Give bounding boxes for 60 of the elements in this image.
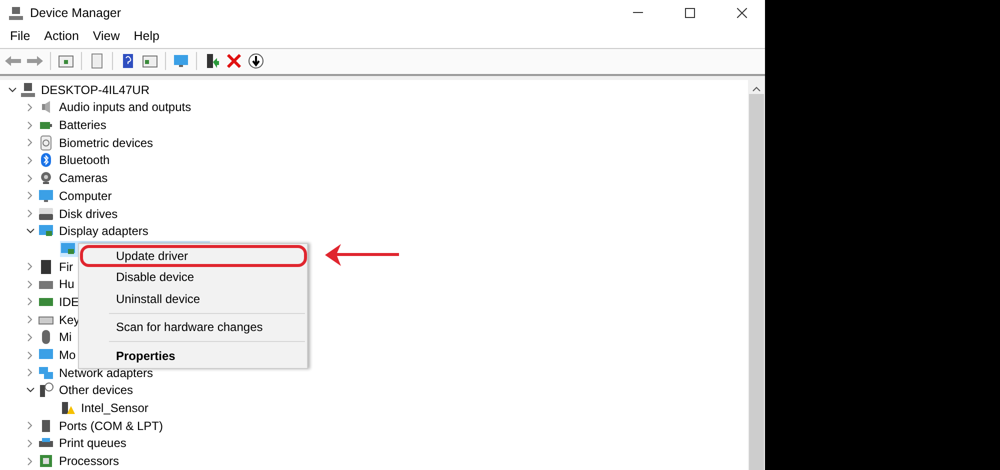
display-adapter-icon: [60, 240, 76, 257]
left-arrow-icon: [5, 55, 21, 68]
collapse-icon[interactable]: [8, 86, 16, 93]
tree-item[interactable]: Mi: [57, 330, 74, 344]
tree-item[interactable]: Biometric devices: [57, 136, 156, 150]
tree-item[interactable]: Audio inputs and outputs: [57, 100, 194, 114]
help-icon: [120, 53, 136, 70]
tree-item[interactable]: Network adapters: [57, 366, 156, 380]
tree-item[interactable]: Other devices: [57, 383, 136, 398]
processor-icon: [38, 453, 54, 470]
tree-item[interactable]: DESKTOP-4IL47UR: [39, 82, 152, 97]
menu-item[interactable]: Properties: [80, 345, 307, 366]
tree-item[interactable]: Computer: [57, 188, 114, 203]
uninstall-button[interactable]: [225, 52, 243, 70]
tree-item[interactable]: Batteries: [57, 118, 108, 132]
close-icon: [737, 8, 747, 18]
scrollbar[interactable]: [748, 80, 765, 470]
device-arrow-icon: [204, 53, 220, 70]
tree-item[interactable]: Display adapters: [57, 224, 150, 238]
tree-item[interactable]: Bluetooth: [57, 153, 112, 168]
tree-item[interactable]: Cameras: [57, 171, 110, 186]
collapse-icon[interactable]: [26, 228, 34, 234]
window-icon: [142, 53, 158, 70]
tree-item[interactable]: Ports (COM & LPT): [57, 418, 166, 433]
document-icon: [89, 53, 105, 70]
tree-item[interactable]: Hu: [57, 277, 76, 292]
bluetooth-icon: [38, 152, 54, 168]
tree-item[interactable]: Fir: [57, 260, 75, 274]
monitor-icon: [173, 53, 189, 70]
tree-item[interactable]: Mo: [57, 348, 78, 362]
right-arrow-icon: [27, 55, 43, 68]
download-button[interactable]: [247, 52, 265, 70]
menu-item[interactable]: Help: [126, 29, 166, 44]
tree-item[interactable]: Disk drives: [57, 206, 120, 221]
tree-item[interactable]: Processors: [57, 454, 122, 468]
tree-item[interactable]: Intel_Sensor: [60, 400, 210, 416]
computer-icon: [20, 82, 36, 98]
menu-item[interactable]: Scan for hardware changes: [80, 316, 307, 338]
fingerprint-icon: [38, 134, 54, 151]
scroll-up-icon[interactable]: [752, 86, 761, 92]
camera-icon: [38, 170, 54, 186]
disk-icon: [38, 206, 54, 222]
maximize-icon: [685, 8, 695, 18]
collapse-icon[interactable]: [26, 387, 34, 394]
device-manager-icon: [8, 4, 24, 20]
menu-item[interactable]: Action: [37, 29, 86, 44]
warning-device-icon: [60, 400, 76, 416]
window-icon: [58, 53, 74, 70]
window-title: Device Manager: [30, 6, 122, 20]
menu-item[interactable]: File: [3, 29, 38, 44]
menu-item[interactable]: Disable device: [80, 266, 307, 288]
menu-item[interactable]: View: [86, 29, 127, 44]
close-icon: [226, 53, 242, 70]
minimize-icon: [633, 12, 643, 14]
monitor-icon: [38, 188, 54, 204]
tree-item[interactable]: IDE: [57, 294, 82, 309]
tree-item[interactable]: Print queues: [57, 436, 128, 450]
unknown-device-icon: [38, 382, 54, 398]
menu-item[interactable]: Uninstall device: [80, 288, 307, 310]
network-icon: [38, 364, 54, 381]
